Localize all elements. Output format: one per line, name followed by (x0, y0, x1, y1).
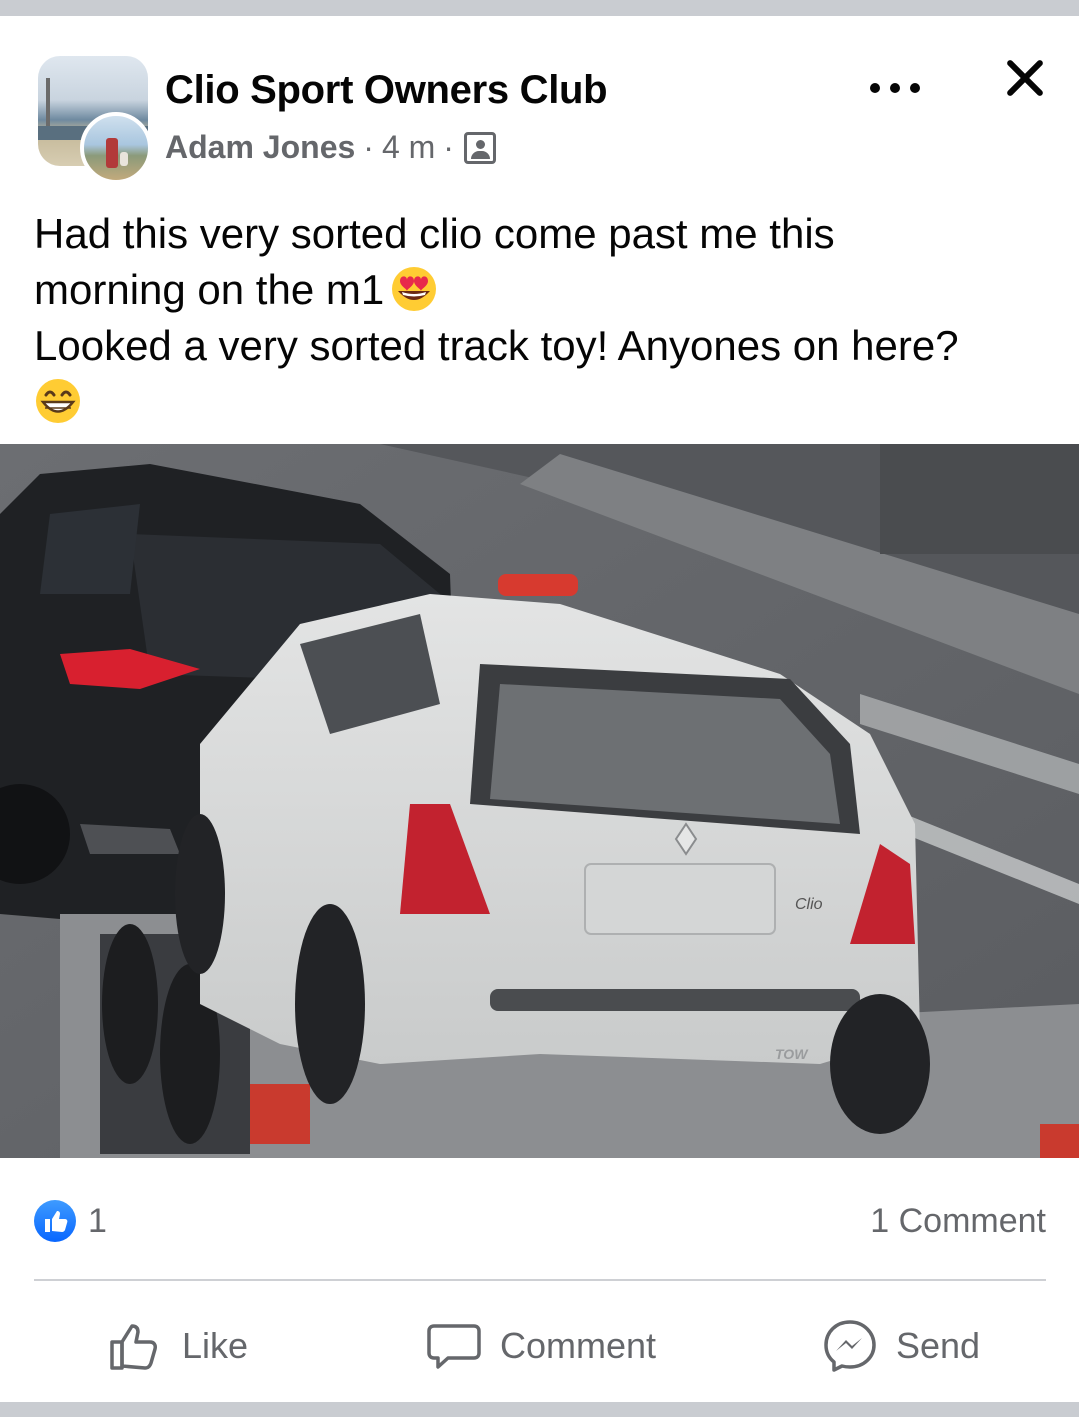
meta-separator: · (443, 129, 454, 165)
post-meta: Adam Jones · 4 m · (165, 129, 496, 166)
avatar-dog (120, 152, 128, 166)
more-dot (870, 83, 880, 93)
post-text-line-2: morning on the m1 (34, 262, 1044, 318)
group-members-icon (463, 131, 496, 164)
like-label: Like (182, 1325, 249, 1366)
divider (34, 1279, 1046, 1281)
send-label: Send (896, 1325, 981, 1366)
trailer-label: TOW (775, 1046, 809, 1062)
car-badge: Clio (795, 896, 823, 913)
post-text-line-3: Looked a very sorted track toy! Anyones … (34, 322, 959, 369)
user-avatar[interactable] (80, 112, 152, 184)
comment-count[interactable]: 1 Comment (870, 1202, 1046, 1241)
like-reaction-icon[interactable] (34, 1200, 76, 1242)
send-button[interactable]: Send (822, 1306, 980, 1386)
thumbs-up-icon (110, 1324, 157, 1370)
post-card: Clio Sport Owners Club Adam Jones · 4 m … (0, 16, 1079, 1402)
comment-bubble-icon (427, 1324, 481, 1369)
post-text-line-4 (34, 374, 1044, 430)
action-bar: Like Comment Send (0, 1306, 1079, 1386)
like-button[interactable]: Like (108, 1306, 248, 1386)
post-photo[interactable]: Clio TOW (0, 444, 1079, 1158)
like-count[interactable]: 1 (88, 1202, 107, 1241)
group-name[interactable]: Clio Sport Owners Club (165, 68, 608, 113)
comment-button[interactable]: Comment (426, 1306, 656, 1386)
meta-separator: · (363, 129, 374, 165)
close-icon[interactable] (998, 52, 1050, 104)
post-header: Clio Sport Owners Club Adam Jones · 4 m … (0, 16, 1079, 186)
reactions-row: 1 1 Comment (34, 1196, 1046, 1246)
grinning-emoji (36, 379, 80, 423)
messenger-icon (824, 1320, 876, 1372)
more-dot (890, 83, 900, 93)
heart-eyes-emoji (392, 267, 437, 311)
post-time[interactable]: 4 m (382, 129, 435, 166)
avatar-person (106, 138, 118, 168)
more-options-icon[interactable] (870, 68, 920, 108)
post-text-line-1: Had this very sorted clio come past me t… (34, 210, 835, 257)
post-text: Had this very sorted clio come past me t… (34, 206, 1044, 430)
comment-label: Comment (500, 1325, 657, 1366)
photo-car-on-trailer: Clio TOW (0, 444, 1079, 1158)
author-name[interactable]: Adam Jones (165, 129, 355, 166)
more-dot (910, 83, 920, 93)
